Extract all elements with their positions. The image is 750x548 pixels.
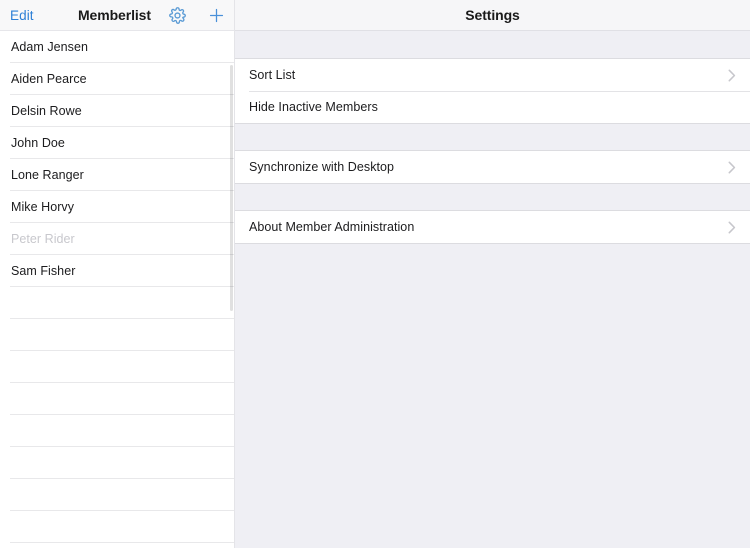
settings-row-synchronize-with-desktop[interactable]: Synchronize with Desktop [235, 151, 750, 183]
master-navigation-bar: Edit Memberlist [0, 0, 234, 31]
list-item-empty[interactable] [0, 383, 234, 415]
list-item[interactable]: Mike Horvy [0, 191, 234, 223]
list-item[interactable]: John Doe [0, 127, 234, 159]
navbar-actions [168, 0, 226, 31]
member-name: Aiden Pearce [11, 71, 87, 86]
settings-row-label: Sort List [249, 67, 296, 82]
list-item[interactable]: Delsin Rowe [0, 95, 234, 127]
section-gap [235, 184, 750, 210]
edit-button[interactable]: Edit [10, 8, 34, 23]
list-item-empty[interactable] [0, 351, 234, 383]
master-title: Memberlist [78, 7, 151, 23]
list-item-empty[interactable] [0, 511, 234, 543]
section-gap [235, 31, 750, 58]
list-item-empty[interactable] [0, 447, 234, 479]
list-item-empty[interactable] [0, 319, 234, 351]
settings-group-general: Sort List Hide Inactive Members [235, 58, 750, 124]
settings-row-label: Synchronize with Desktop [249, 159, 395, 174]
member-name: Sam Fisher [11, 263, 76, 278]
list-item-empty[interactable] [0, 415, 234, 447]
settings-row-hide-inactive-members[interactable]: Hide Inactive Members [235, 91, 750, 123]
chevron-right-icon [728, 220, 736, 234]
list-item-empty[interactable] [0, 543, 234, 548]
list-item[interactable]: Adam Jensen [0, 31, 234, 63]
list-item[interactable]: Aiden Pearce [0, 63, 234, 95]
member-name: Mike Horvy [11, 199, 75, 214]
settings-row-about-member-administration[interactable]: About Member Administration [235, 211, 750, 243]
member-name: Delsin Rowe [11, 103, 82, 118]
vertical-scrollbar[interactable] [230, 65, 233, 311]
settings-list: Sort List Hide Inactive Members Synchron… [235, 31, 750, 548]
list-item[interactable]: Sam Fisher [0, 255, 234, 287]
split-view: Edit Memberlist Adam Jensen Aiden Pearce… [0, 0, 750, 548]
member-name: Peter Rider [11, 231, 75, 246]
member-list[interactable]: Adam Jensen Aiden Pearce Delsin Rowe Joh… [0, 31, 234, 548]
list-item-inactive[interactable]: Peter Rider [0, 223, 234, 255]
member-name: Lone Ranger [11, 167, 84, 182]
chevron-right-icon [728, 68, 736, 82]
member-name: Adam Jensen [11, 39, 88, 54]
chevron-right-icon [728, 160, 736, 174]
page-title: Settings [465, 7, 520, 23]
list-item[interactable]: Lone Ranger [0, 159, 234, 191]
master-pane: Edit Memberlist Adam Jensen Aiden Pearce… [0, 0, 235, 548]
settings-row-sort-list[interactable]: Sort List [235, 59, 750, 91]
section-gap [235, 124, 750, 150]
settings-row-label: Hide Inactive Members [249, 99, 378, 114]
detail-navigation-bar: Settings [235, 0, 750, 31]
detail-pane: Settings Sort List Hide Inactive Members [235, 0, 750, 548]
list-item-empty[interactable] [0, 479, 234, 511]
gear-icon[interactable] [168, 6, 187, 25]
settings-group-sync: Synchronize with Desktop [235, 150, 750, 184]
member-name: John Doe [11, 135, 65, 150]
plus-icon[interactable] [207, 6, 226, 25]
settings-row-label: About Member Administration [249, 219, 415, 234]
settings-group-about: About Member Administration [235, 210, 750, 244]
list-item-empty[interactable] [0, 287, 234, 319]
